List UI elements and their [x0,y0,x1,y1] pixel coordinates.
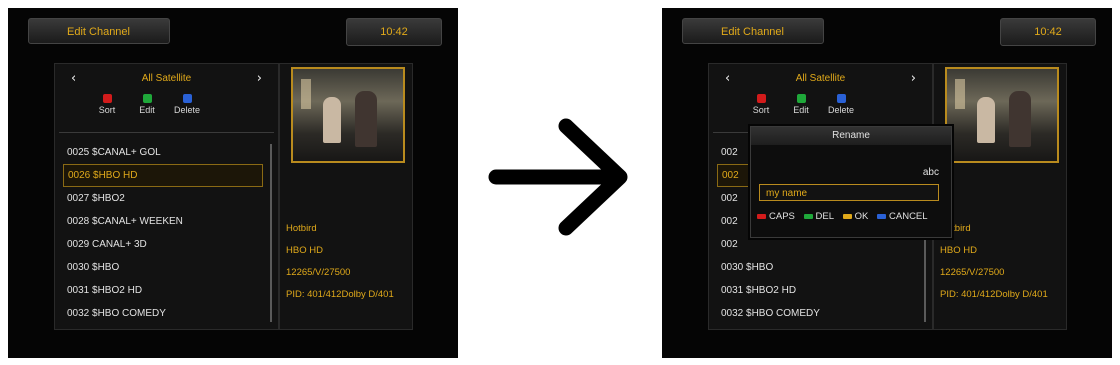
del-key[interactable]: DEL [803,211,834,222]
channel-list-panel: ‹ All Satellite › Sort Edit Delete 0025 … [54,63,279,330]
edit-label: Edit [139,105,155,115]
sort-label: Sort [752,105,770,115]
cancel-key[interactable]: CANCEL [877,211,928,222]
caps-label: CAPS [769,211,795,222]
transponder: 12265/V/27500 [286,267,351,278]
channel-info: Hotbird HBO HD 12265/V/27500 PID: 401/41… [286,218,394,306]
scrollbar[interactable] [270,144,272,322]
info-panel: Hotbird HBO HD 12265/V/27500 PID: 401/41… [279,63,413,330]
channel-row[interactable]: 0030 $HBO [63,256,263,279]
pid-info: PID: 401/412Dolby D/401 [940,289,1048,300]
satellite-name: Hotbird [286,223,317,234]
green-key-icon [803,213,813,219]
transponder: 12265/V/27500 [940,267,1005,278]
channel-name: HBO HD [286,245,323,256]
blue-key-icon [182,94,192,103]
edit-button[interactable]: Edit [781,94,821,115]
blue-key-icon [836,94,846,103]
chevron-right-icon[interactable]: › [257,71,262,86]
rename-input[interactable]: my name [759,184,939,201]
del-label: DEL [815,211,834,222]
pid-info: PID: 401/412Dolby D/401 [286,289,394,300]
dialog-key-legend: CAPS DEL OK CANCEL [757,211,934,222]
green-key-icon [142,94,152,103]
video-preview [945,67,1059,163]
clock: 10:42 [1000,18,1096,46]
function-buttons: Sort Edit Delete [709,94,932,126]
chevron-left-icon[interactable]: ‹ [71,71,76,86]
header-title: Edit Channel [682,18,824,44]
divider [59,132,274,133]
clock: 10:42 [346,18,442,46]
delete-button[interactable]: Delete [167,94,207,115]
satellite-name: Hotbird [940,223,971,234]
channel-row[interactable]: 0027 $HBO2 [63,187,263,210]
sort-button[interactable]: Sort [87,94,127,115]
channel-row[interactable]: 0028 $CANAL+ WEEKEN [63,210,263,233]
edit-label: Edit [793,105,809,115]
edit-button[interactable]: Edit [127,94,167,115]
blue-key-icon [877,213,887,219]
ok-key[interactable]: OK [842,211,869,222]
channel-list: 0025 $CANAL+ GOL 0026 $HBO HD 0027 $HBO2… [63,141,263,325]
red-key-icon [102,94,112,103]
channel-row[interactable]: 0030 $HBO [717,256,917,279]
chevron-left-icon[interactable]: ‹ [725,71,730,86]
channel-info: Hotbird HBO HD 12265/V/27500 PID: 401/41… [940,218,1048,306]
screen-before: Edit Channel 10:42 ‹ All Satellite › Sor… [8,8,458,358]
sort-label: Sort [98,105,116,115]
channel-row-selected[interactable]: 0026 $HBO HD [63,164,263,187]
red-key-icon [757,213,766,219]
dialog-title: Rename [751,127,951,145]
sort-button[interactable]: Sort [741,94,781,115]
channel-row[interactable]: 0032 $HBO COMEDY [717,302,917,325]
ok-label: OK [854,211,869,222]
green-key-icon [796,94,806,103]
cancel-label: CANCEL [889,211,928,222]
channel-row[interactable]: 0025 $CANAL+ GOL [63,141,263,164]
satellite-label: All Satellite [795,73,846,84]
delete-label: Delete [173,105,200,115]
satellite-selector[interactable]: ‹ All Satellite › [709,71,932,89]
channel-row[interactable]: 0031 $HBO2 HD [717,279,917,302]
rename-dialog: Rename abc my name CAPS DEL OK CANCEL [750,126,952,238]
delete-label: Delete [827,105,854,115]
satellite-selector[interactable]: ‹ All Satellite › [55,71,278,89]
info-panel: Hotbird HBO HD 12265/V/27500 PID: 401/41… [933,63,1067,330]
channel-row[interactable]: 0032 $HBO COMEDY [63,302,263,325]
red-key-icon [756,94,766,103]
chevron-right-icon[interactable]: › [911,71,916,86]
arrow-right-icon [488,118,628,236]
screen-after: Edit Channel 10:42 ‹ All Satellite › Sor… [662,8,1112,358]
channel-name: HBO HD [940,245,977,256]
video-preview [291,67,405,163]
caps-key[interactable]: CAPS [757,211,795,222]
delete-button[interactable]: Delete [821,94,861,115]
header-title: Edit Channel [28,18,170,44]
input-mode-indicator: abc [922,167,939,178]
channel-row[interactable]: 0029 CANAL+ 3D [63,233,263,256]
channel-row[interactable]: 0031 $HBO2 HD [63,279,263,302]
yellow-key-icon [842,213,852,219]
function-buttons: Sort Edit Delete [55,94,278,126]
satellite-label: All Satellite [141,73,192,84]
